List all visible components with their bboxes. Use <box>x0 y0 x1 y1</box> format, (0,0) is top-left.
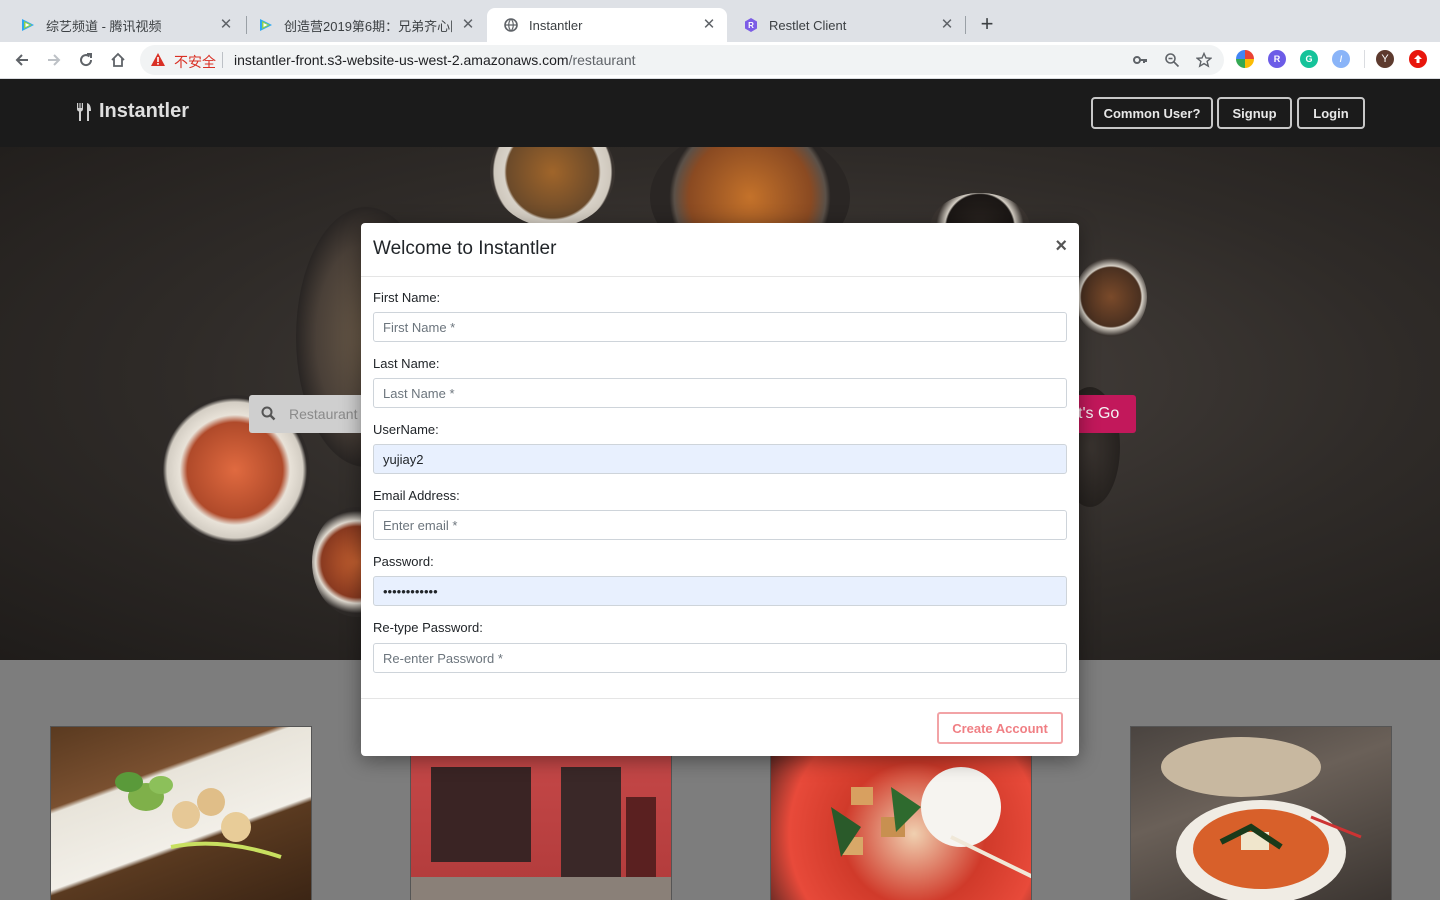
modal-title: Welcome to Instantler <box>373 238 557 259</box>
omnibox-divider <box>222 52 223 68</box>
browser-tab[interactable]: R Restlet Client ✕ <box>727 8 965 42</box>
new-tab-icon[interactable]: + <box>976 13 998 36</box>
tab-title: 创造营2019第6期：兄弟齐心团 <box>284 18 452 34</box>
insecure-label[interactable]: 不安全 <box>174 52 216 72</box>
warning-triangle-icon[interactable] <box>150 52 166 72</box>
browser-tab-active[interactable]: Instantler ✕ <box>487 8 727 42</box>
home-icon[interactable] <box>108 50 128 70</box>
tab-close-icon[interactable]: ✕ <box>218 17 234 33</box>
browser-tabstrip: 综艺频道 - 腾讯视频 ✕ 创造营2019第6期：兄弟齐心团 ✕ Instant… <box>0 0 1440 42</box>
globe-icon <box>503 17 519 33</box>
retype-password-label: Re-type Password: <box>373 620 483 635</box>
email-label: Email Address: <box>373 488 460 503</box>
update-icon[interactable] <box>1409 50 1427 68</box>
tab-title: 综艺频道 - 腾讯视频 <box>46 18 162 34</box>
reload-icon[interactable] <box>76 50 96 70</box>
tencent-video-icon <box>258 17 274 33</box>
password-label: Password: <box>373 554 434 569</box>
last-name-label: Last Name: <box>373 356 440 371</box>
first-name-label: First Name: <box>373 290 441 305</box>
web-page: Instantler Common User? Signup Login Res… <box>0 79 1440 900</box>
browser-toolbar: 不安全 instantler-front.s3-website-us-west-… <box>0 42 1440 79</box>
bookmark-star-icon[interactable] <box>1196 52 1212 68</box>
restlet-icon: R <box>743 17 759 33</box>
email-input[interactable] <box>373 510 1067 540</box>
first-name-input[interactable] <box>373 312 1067 342</box>
forward-arrow-icon[interactable] <box>44 50 64 70</box>
retype-password-input[interactable] <box>373 643 1067 673</box>
tab-close-icon[interactable]: ✕ <box>701 17 717 33</box>
address-bar[interactable]: 不安全 instantler-front.s3-website-us-west-… <box>140 45 1224 75</box>
tencent-video-icon <box>20 17 36 33</box>
tab-close-icon[interactable]: ✕ <box>939 17 955 33</box>
tab-divider <box>965 16 966 34</box>
tab-close-icon[interactable]: ✕ <box>460 17 476 33</box>
username-label: UserName: <box>373 422 439 437</box>
restlet-extension-icon[interactable]: R <box>1268 50 1286 68</box>
grammarly-icon[interactable]: G <box>1300 50 1318 68</box>
username-input[interactable] <box>373 444 1067 474</box>
toolbar-divider <box>1364 50 1365 68</box>
modal-footer: Create Account <box>361 698 1079 756</box>
extension-feather-icon[interactable]: / <box>1332 50 1350 68</box>
create-account-button[interactable]: Create Account <box>937 712 1063 744</box>
back-arrow-icon[interactable] <box>12 50 32 70</box>
last-name-input[interactable] <box>373 378 1067 408</box>
browser-tab[interactable]: 综艺频道 - 腾讯视频 ✕ <box>4 8 244 42</box>
url-host: instantler-front.s3-website-us-west-2.am… <box>234 52 569 68</box>
tab-title: Restlet Client <box>769 17 847 33</box>
url-path: /restaurant <box>568 52 636 68</box>
key-icon[interactable] <box>1132 52 1148 68</box>
browser-tab[interactable]: 创造营2019第6期：兄弟齐心团 ✕ <box>242 8 486 42</box>
password-input[interactable] <box>373 576 1067 606</box>
zoom-icon[interactable] <box>1164 52 1180 68</box>
svg-text:R: R <box>748 21 754 30</box>
extension-color-icon[interactable] <box>1236 50 1254 68</box>
profile-avatar[interactable]: Y <box>1376 50 1394 68</box>
tab-title: Instantler <box>529 17 583 33</box>
signup-modal: Welcome to Instantler × First Name: Last… <box>361 223 1079 756</box>
url-text[interactable]: instantler-front.s3-website-us-west-2.am… <box>234 52 636 68</box>
modal-header: Welcome to Instantler × <box>361 223 1079 277</box>
modal-close-icon[interactable]: × <box>1055 236 1067 256</box>
